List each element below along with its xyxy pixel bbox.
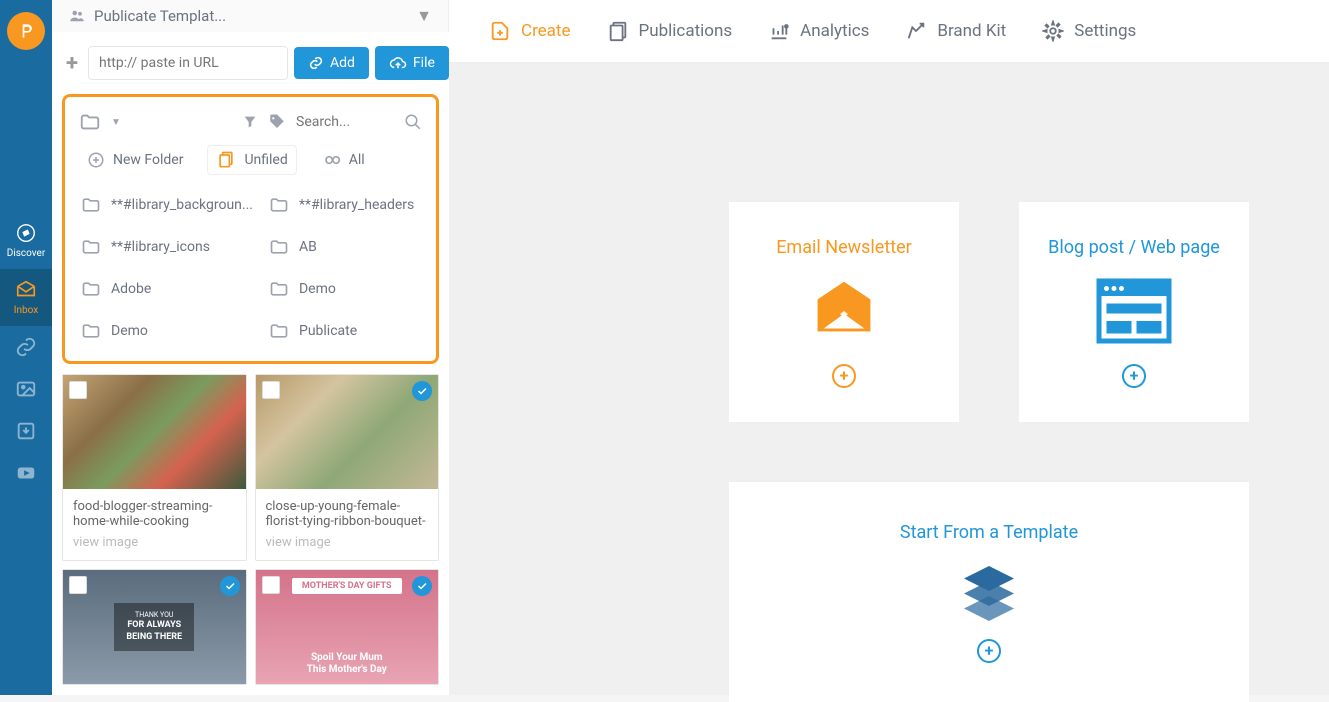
thumb-checkbox[interactable]: [69, 381, 87, 399]
check-badge-icon: [412, 381, 432, 401]
chevron-down-icon: ▼: [416, 6, 432, 26]
thumb-card[interactable]: food-blogger-streaming-home-while-cookin…: [62, 374, 247, 561]
envelope-icon: [809, 276, 879, 346]
thumb-image: [256, 375, 439, 489]
rail-inbox[interactable]: Inbox: [0, 269, 52, 326]
folder-item[interactable]: Adobe: [79, 273, 255, 305]
search-icon[interactable]: [404, 113, 422, 131]
nav-create[interactable]: Create: [489, 20, 571, 42]
link-icon: [308, 55, 324, 71]
publications-icon: [607, 20, 629, 42]
rail-discover-label: Discover: [7, 248, 46, 259]
top-nav: Create Publications Analytics Brand Kit …: [449, 0, 1329, 62]
folder-item[interactable]: Publicate: [267, 315, 422, 347]
blog-post-card[interactable]: Blog post / Web page +: [1019, 202, 1249, 422]
folders-panel: ▼ New Folder Unfiled All *: [62, 94, 439, 364]
files-icon: [216, 150, 236, 170]
gear-icon: [1042, 20, 1064, 42]
sidebar: Publicate Templat... ▼ + Add File ▼: [52, 0, 449, 695]
plus-icon: +: [62, 51, 82, 76]
url-input[interactable]: [88, 46, 288, 80]
view-image-link[interactable]: view image: [266, 535, 429, 550]
thumb-checkbox[interactable]: [262, 576, 280, 594]
folder-grid: **#library_backgroun... **#library_heade…: [79, 189, 422, 347]
sidebar-header[interactable]: Publicate Templat... ▼: [52, 0, 449, 32]
rail-inbox-label: Inbox: [14, 305, 38, 316]
brand-kit-icon: [905, 20, 927, 42]
rail-export[interactable]: [0, 410, 52, 452]
check-badge-icon: [412, 576, 432, 596]
analytics-icon: [768, 20, 790, 42]
new-folder-button[interactable]: New Folder: [79, 147, 191, 173]
folder-dropdown-icon[interactable]: ▼: [111, 117, 121, 128]
nav-analytics[interactable]: Analytics: [768, 20, 869, 42]
thumb-card[interactable]: close-up-young-female-florist-tying-ribb…: [255, 374, 440, 561]
all-chip[interactable]: All: [313, 146, 373, 174]
tag-icon[interactable]: [268, 113, 286, 131]
create-icon: [489, 20, 511, 42]
cloud-upload-icon: [389, 54, 407, 72]
logo: [7, 12, 45, 50]
thumb-image: THANK YOU FOR ALWAYS BEING THERE: [63, 570, 246, 684]
add-circle-icon: [87, 151, 105, 169]
rail-discover[interactable]: Discover: [0, 212, 52, 269]
unfiled-chip[interactable]: Unfiled: [207, 145, 296, 175]
rail-video[interactable]: [0, 452, 52, 494]
view-image-link[interactable]: view image: [73, 535, 236, 550]
folder-item[interactable]: AB: [267, 231, 422, 263]
folder-item[interactable]: Demo: [267, 273, 422, 305]
check-badge-icon: [220, 576, 240, 596]
rail-images[interactable]: [0, 368, 52, 410]
email-newsletter-card[interactable]: Email Newsletter +: [729, 202, 959, 422]
search-input[interactable]: [296, 114, 396, 130]
filter-icon[interactable]: [242, 114, 258, 130]
stack-icon: [954, 561, 1024, 621]
url-bar: + Add File: [52, 32, 449, 94]
thumb-card[interactable]: THANK YOU FOR ALWAYS BEING THERE: [62, 569, 247, 685]
add-icon: +: [832, 364, 856, 388]
card-title: Start From a Template: [900, 522, 1078, 543]
rail-link[interactable]: [0, 326, 52, 368]
card-title: Blog post / Web page: [1048, 237, 1220, 258]
file-button[interactable]: File: [375, 46, 449, 80]
workspace-name: Publicate Templat...: [94, 7, 416, 25]
thumb-image: MOTHER'S DAY GIFTS Spoil Your Mum This M…: [256, 570, 439, 684]
infinity-icon: [321, 150, 341, 170]
folder-item[interactable]: **#library_icons: [79, 231, 255, 263]
nav-publications[interactable]: Publications: [607, 20, 733, 42]
thumb-card[interactable]: MOTHER'S DAY GIFTS Spoil Your Mum This M…: [255, 569, 440, 685]
thumb-checkbox[interactable]: [69, 576, 87, 594]
card-title: Email Newsletter: [776, 237, 912, 258]
add-button[interactable]: Add: [294, 47, 369, 79]
folder-item[interactable]: **#library_headers: [267, 189, 422, 221]
left-rail: Discover Inbox: [0, 0, 52, 695]
main-content: Email Newsletter + Blog post / Web page …: [449, 62, 1329, 695]
add-icon: +: [1122, 364, 1146, 388]
thumb-image: [63, 375, 246, 489]
nav-brand-kit[interactable]: Brand Kit: [905, 20, 1006, 42]
webpage-icon: [1094, 276, 1174, 346]
add-icon: +: [977, 639, 1001, 663]
thumb-title: close-up-young-female-florist-tying-ribb…: [266, 499, 429, 529]
thumbnails: food-blogger-streaming-home-while-cookin…: [52, 364, 449, 695]
thumb-checkbox[interactable]: [262, 381, 280, 399]
folder-item[interactable]: Demo: [79, 315, 255, 347]
template-card[interactable]: Start From a Template +: [729, 482, 1249, 702]
folder-item[interactable]: **#library_backgroun...: [79, 189, 255, 221]
thumb-title: food-blogger-streaming-home-while-cookin…: [73, 499, 236, 529]
team-icon: [68, 7, 86, 25]
folder-icon[interactable]: [79, 111, 101, 133]
nav-settings[interactable]: Settings: [1042, 20, 1136, 42]
